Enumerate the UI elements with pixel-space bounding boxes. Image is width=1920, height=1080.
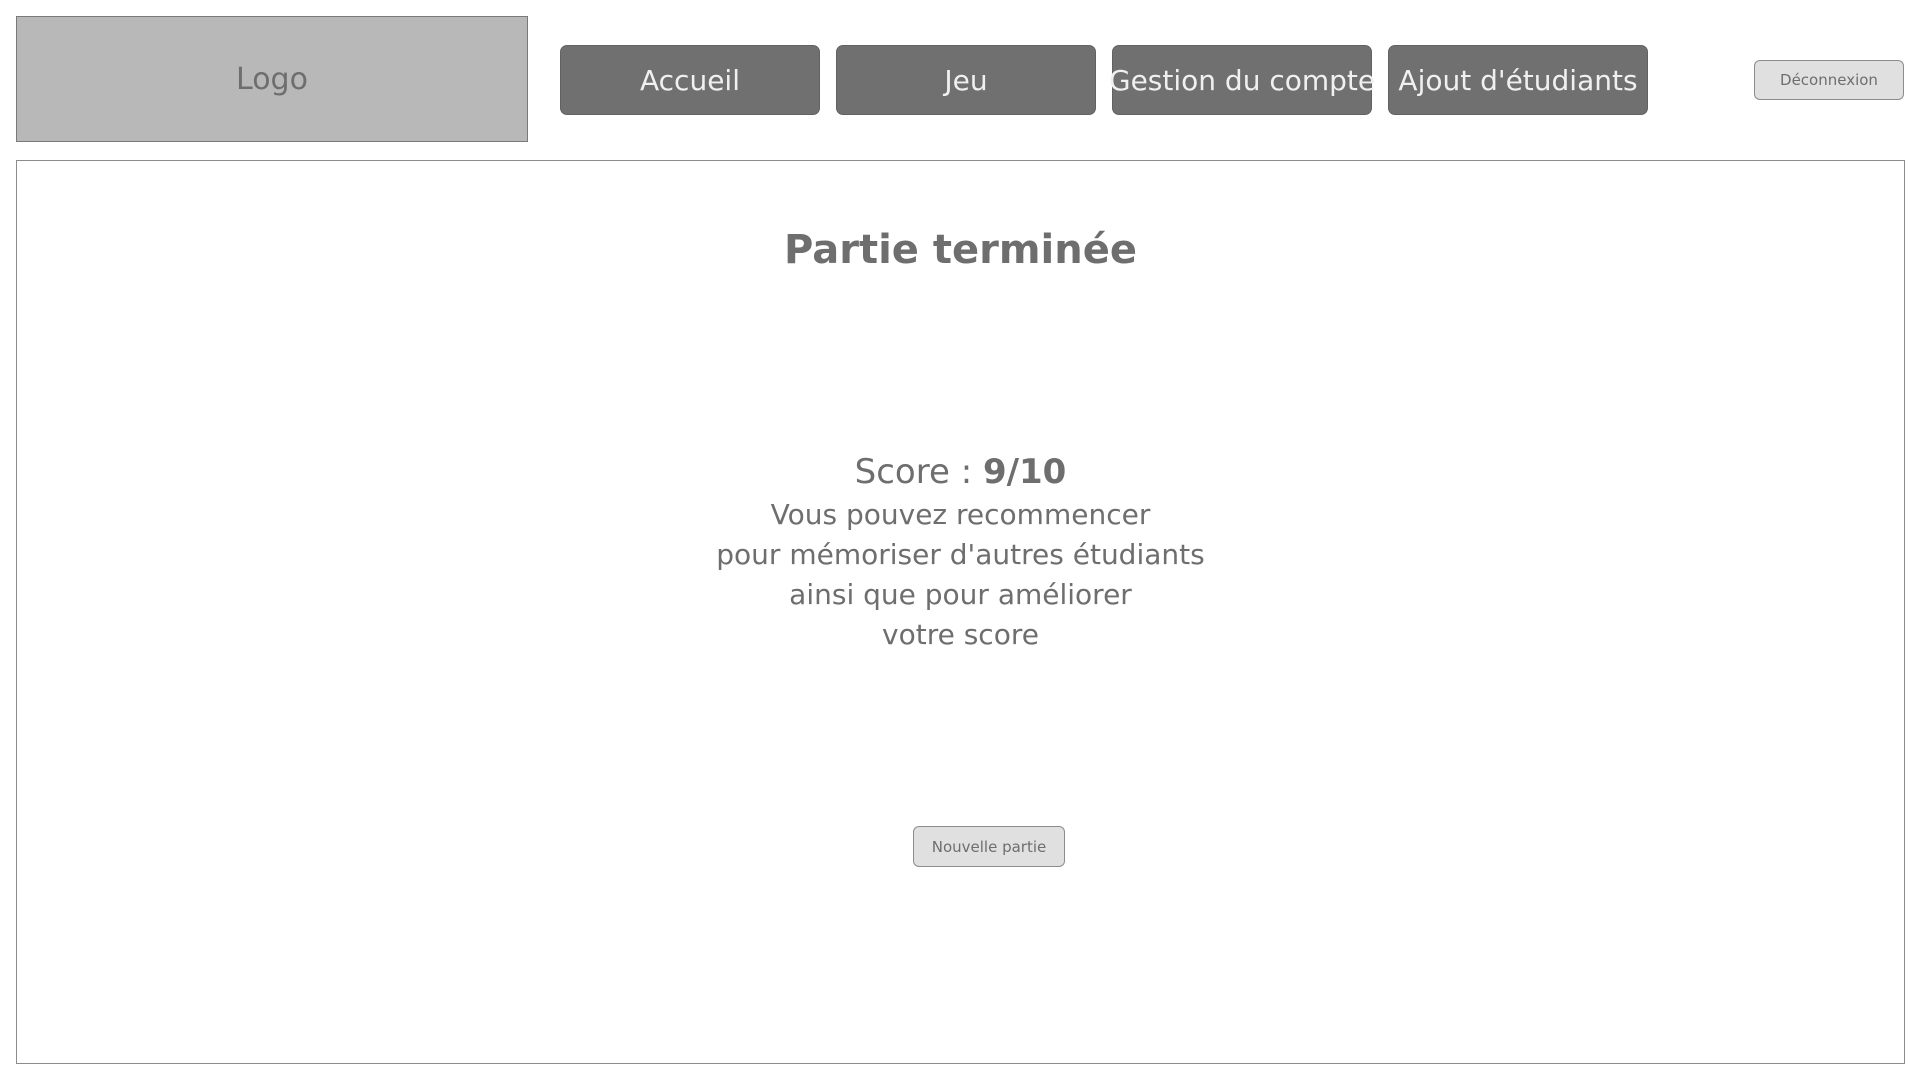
main-panel: Partie terminée Score : 9/10 Vous pouvez… — [16, 160, 1905, 1064]
new-game-button[interactable]: Nouvelle partie — [913, 826, 1065, 867]
score-line: Score : 9/10 — [17, 449, 1904, 495]
message-line-2: pour mémoriser d'autres étudiants — [716, 538, 1205, 571]
score-value: 9/10 — [982, 452, 1067, 492]
message-line-4: votre score — [882, 618, 1039, 651]
nav-button-jeu[interactable]: Jeu — [836, 45, 1096, 115]
logo-text: Logo — [236, 61, 308, 97]
main-nav: Accueil Jeu Gestion du compte Ajout d'ét… — [560, 45, 1648, 115]
page-title: Partie terminée — [784, 227, 1137, 273]
score-label: Score : — [854, 452, 983, 492]
score-block: Score : 9/10 Vous pouvez recommencer pou… — [17, 449, 1904, 655]
logo: Logo — [16, 16, 528, 142]
logout-button[interactable]: Déconnexion — [1754, 60, 1904, 100]
nav-button-ajout-etudiants[interactable]: Ajout d'étudiants — [1388, 45, 1648, 115]
message-line-1: Vous pouvez recommencer — [770, 498, 1151, 531]
message-line-3: ainsi que pour améliorer — [789, 578, 1132, 611]
nav-button-accueil[interactable]: Accueil — [560, 45, 820, 115]
page: Logo Accueil Jeu Gestion du compte Ajout… — [0, 0, 1920, 1080]
nav-button-gestion-du-compte[interactable]: Gestion du compte — [1109, 45, 1375, 115]
